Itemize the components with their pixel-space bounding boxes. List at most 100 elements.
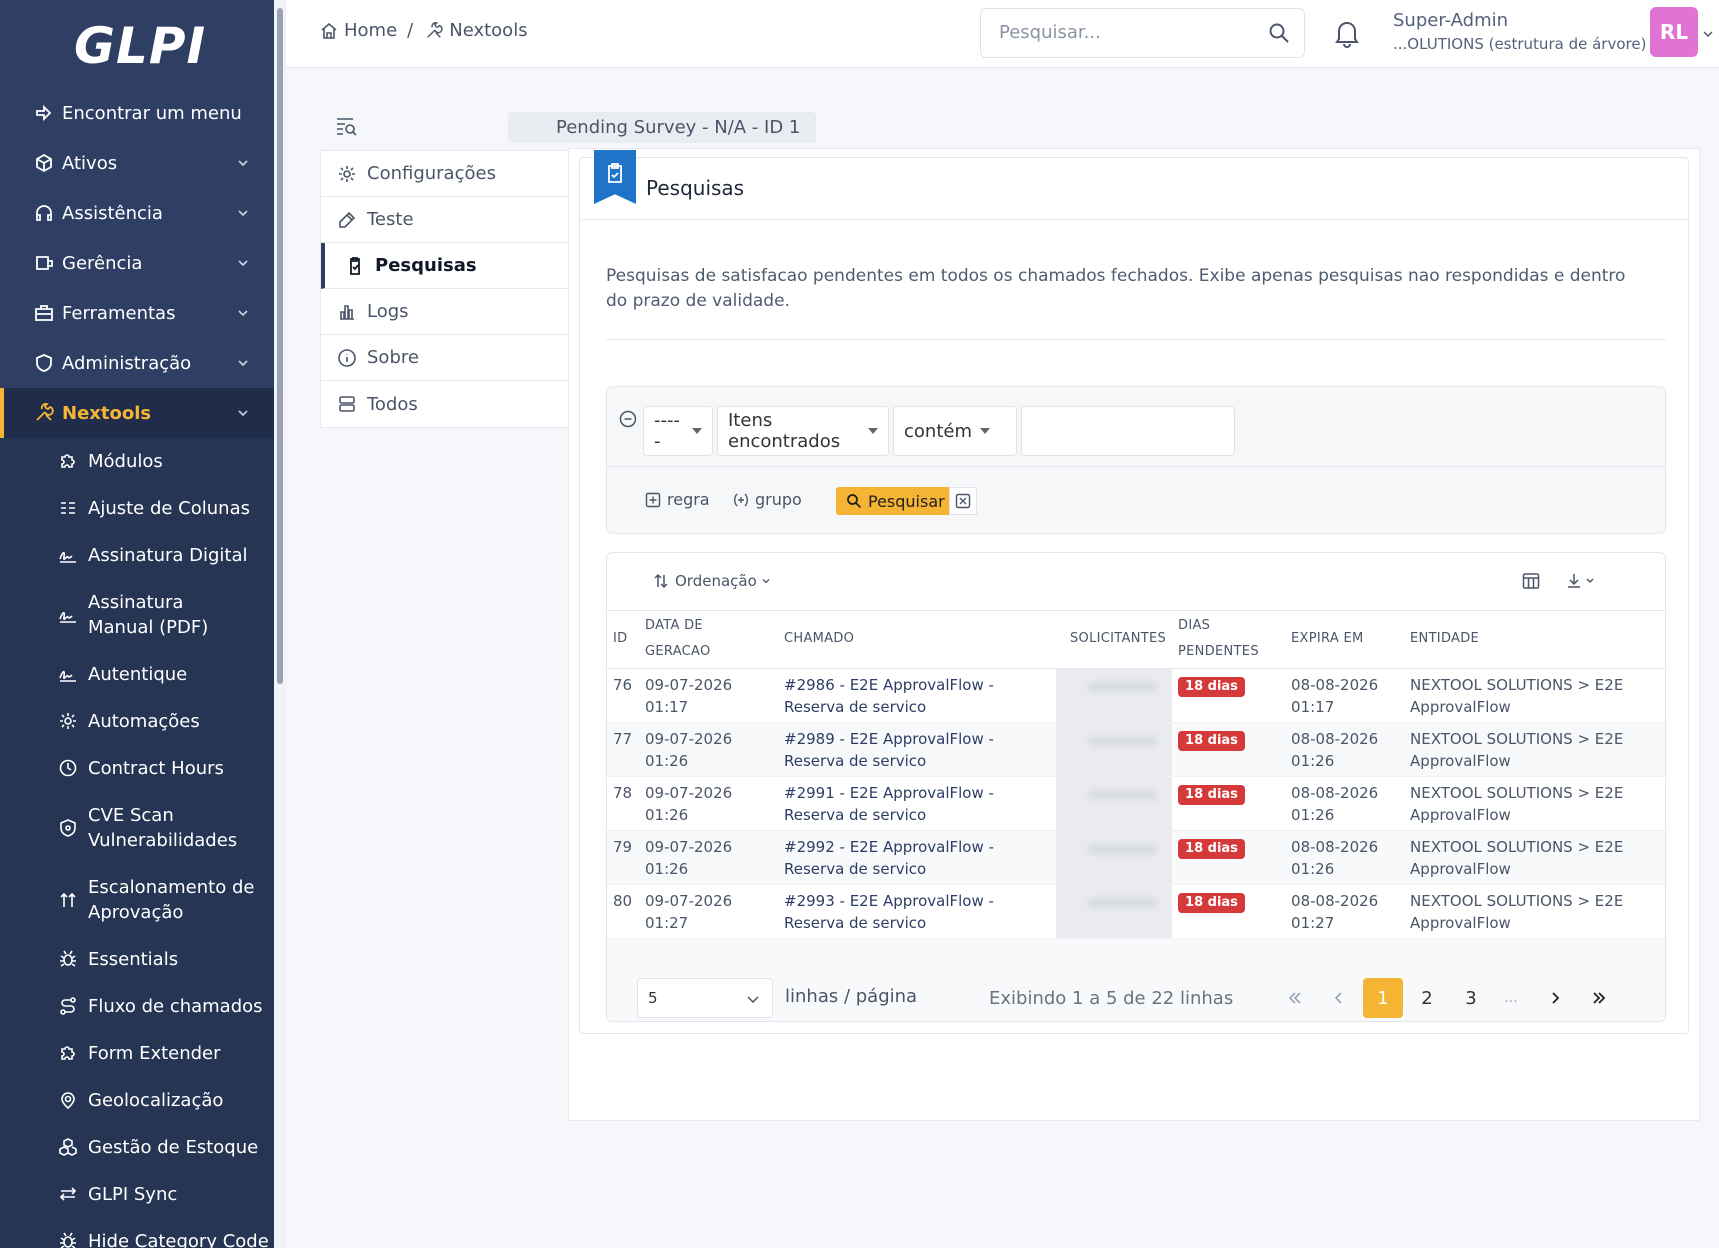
operator-select[interactable]: contém [893, 406, 1017, 456]
submenu-item-essentials[interactable]: Essentials [0, 936, 274, 983]
submenu-item-hide-category-code[interactable]: Hide Category Code [0, 1218, 274, 1248]
clipboard-check-icon [345, 256, 365, 276]
cell-ticket-link[interactable]: #2993 - E2E ApprovalFlow - Reserva de se… [778, 884, 1056, 939]
chevron-down-icon [238, 260, 248, 267]
tab-sobre[interactable]: Sobre [321, 335, 568, 381]
menu-item-nextools[interactable]: Nextools [0, 388, 274, 438]
submenu-label: Assinatura Digital [88, 545, 248, 566]
column-header[interactable]: EXPIRA EM [1285, 611, 1405, 669]
chevron-down-icon [238, 210, 248, 217]
criteria-value-input[interactable] [1021, 406, 1235, 456]
submenu-item-ajuste-colunas[interactable]: Ajuste de Colunas [0, 485, 274, 532]
briefcase-icon [34, 303, 54, 323]
bell-icon[interactable] [1333, 18, 1361, 48]
chevron-down-icon[interactable] [1702, 28, 1714, 40]
search-filter-icon[interactable] [334, 114, 358, 138]
menu-item-gerencia[interactable]: Gerência [0, 238, 274, 288]
submenu-item-modulos[interactable]: Módulos [0, 438, 274, 485]
tab-pesquisas[interactable]: Pesquisas [321, 243, 568, 289]
glpi-logo[interactable]: GLPI [74, 16, 210, 76]
column-header[interactable]: ENTIDADE [1404, 611, 1665, 669]
caret-down-icon [868, 428, 878, 434]
prev-page-button[interactable] [1319, 978, 1359, 1018]
cell-ticket-link[interactable]: #2991 - E2E ApprovalFlow - Reserva de se… [778, 776, 1056, 831]
column-header[interactable]: DIAS PENDENTES [1172, 611, 1286, 669]
tab-label: Logs [367, 301, 409, 322]
field-select[interactable]: Itens encontrados [717, 406, 889, 456]
submenu-item-contract-hours[interactable]: Contract Hours [0, 745, 274, 792]
submenu-item-gestao-estoque[interactable]: Gestão de Estoque [0, 1124, 274, 1171]
table-row[interactable]: 77 09-07-2026 01:26 #2989 - E2E Approval… [607, 722, 1665, 777]
submenu-label: Essentials [88, 949, 179, 970]
tab-teste[interactable]: Teste [321, 197, 568, 243]
link-select[interactable]: ----- [643, 406, 713, 456]
scrollbar-thumb[interactable] [277, 8, 283, 684]
reset-search-button[interactable] [949, 487, 977, 515]
submenu-label: Fluxo de chamados [88, 996, 263, 1017]
tab-todos[interactable]: Todos [321, 381, 568, 427]
submenu-item-automacoes[interactable]: Automações [0, 698, 274, 745]
add-group-button[interactable]: grupo [733, 490, 802, 509]
columns-settings-icon[interactable] [1521, 571, 1541, 591]
column-header[interactable]: DATA DE GERACAO [639, 611, 778, 669]
page-button-3[interactable]: 3 [1451, 978, 1491, 1018]
submenu-item-escalonamento[interactable]: Escalonamento de Aprovação [0, 864, 274, 936]
submenu-item-cve-scan[interactable]: CVE Scan Vulnerabilidades [0, 792, 274, 864]
chevron-right-icon [1552, 992, 1560, 1004]
menu-item-assistencia[interactable]: Assistência [0, 188, 274, 238]
rows-per-page-label: linhas / página [785, 986, 918, 1007]
surveys-table: ID DATA DE GERACAO CHAMADO SOLICITANTES … [607, 611, 1665, 939]
last-page-button[interactable] [1579, 978, 1619, 1018]
top-header: Home / Nextools Super-Admin ...OLUTIONS … [286, 0, 1719, 68]
next-page-button[interactable] [1535, 978, 1575, 1018]
search-input[interactable] [999, 22, 1249, 43]
table-row[interactable]: 76 09-07-2026 01:17 #2986 - E2E Approval… [607, 668, 1665, 723]
tab-logs[interactable]: Logs [321, 289, 568, 335]
submenu-item-autentique[interactable]: Autentique [0, 651, 274, 698]
page-button-1[interactable]: 1 [1363, 978, 1403, 1018]
submenu-label: Ajuste de Colunas [88, 498, 250, 519]
tab-configuracoes[interactable]: Configurações [321, 151, 568, 197]
export-download-icon[interactable] [1565, 571, 1597, 591]
breadcrumb-current[interactable]: Nextools [449, 20, 527, 41]
column-header[interactable]: ID [607, 611, 639, 669]
submenu-item-assinatura-digital[interactable]: Assinatura Digital [0, 532, 274, 579]
column-header[interactable]: SOLICITANTES [1056, 611, 1173, 669]
table-row[interactable]: 79 09-07-2026 01:26 #2992 - E2E Approval… [607, 830, 1665, 885]
submenu-item-form-extender[interactable]: Form Extender [0, 1030, 274, 1077]
card-description: Pesquisas de satisfacao pendentes em tod… [606, 266, 1626, 311]
cell-date: 09-07-2026 01:27 [639, 884, 778, 939]
submenu-item-fluxo-chamados[interactable]: Fluxo de chamados [0, 983, 274, 1030]
table-toolbar: Ordenação [607, 553, 1665, 611]
menu-item-administracao[interactable]: Administração [0, 338, 274, 388]
table-row[interactable]: 80 09-07-2026 01:27 #2993 - E2E Approval… [607, 884, 1665, 939]
page-button-2[interactable]: 2 [1407, 978, 1447, 1018]
submenu-item-geolocalizacao[interactable]: Geolocalização [0, 1077, 274, 1124]
column-header[interactable]: CHAMADO [778, 611, 1056, 669]
user-menu[interactable]: Super-Admin ...OLUTIONS (estrutura de ár… [1393, 10, 1646, 53]
avatar[interactable]: RL [1650, 7, 1698, 57]
remove-criteria-icon[interactable] [619, 410, 637, 428]
add-rule-button[interactable]: regra [645, 490, 710, 509]
tab-label: Configurações [367, 163, 496, 184]
cell-ticket-link[interactable]: #2992 - E2E ApprovalFlow - Reserva de se… [778, 830, 1056, 885]
menu-item-ferramentas[interactable]: Ferramentas [0, 288, 274, 338]
sort-label: Ordenação [675, 572, 757, 590]
cell-ticket-link[interactable]: #2986 - E2E ApprovalFlow - Reserva de se… [778, 668, 1056, 723]
cell-ticket-link[interactable]: #2989 - E2E ApprovalFlow - Reserva de se… [778, 722, 1056, 777]
submenu-item-glpi-sync[interactable]: GLPI Sync [0, 1171, 274, 1218]
sort-button[interactable]: Ordenação [653, 572, 771, 590]
first-page-button[interactable] [1275, 978, 1315, 1018]
menu-item-find[interactable]: Encontrar um menu [0, 88, 274, 138]
breadcrumb-home[interactable]: Home [344, 20, 397, 41]
table-row[interactable]: 78 09-07-2026 01:26 #2991 - E2E Approval… [607, 776, 1665, 831]
cell-id: 76 [607, 668, 639, 723]
card-title: Pesquisas [646, 176, 745, 200]
submenu-item-assinatura-manual[interactable]: Assinatura Manual (PDF) [0, 579, 274, 651]
main-content: Pending Survey - N/A - ID 1 Configuraçõe… [286, 68, 1719, 1248]
search-icon[interactable] [1268, 22, 1290, 44]
rows-per-page-select[interactable]: 5 [637, 978, 773, 1018]
search-button[interactable]: Pesquisar [836, 487, 957, 515]
menu-item-ativos[interactable]: Ativos [0, 138, 274, 188]
sidebar-scrollbar[interactable] [274, 0, 286, 1248]
